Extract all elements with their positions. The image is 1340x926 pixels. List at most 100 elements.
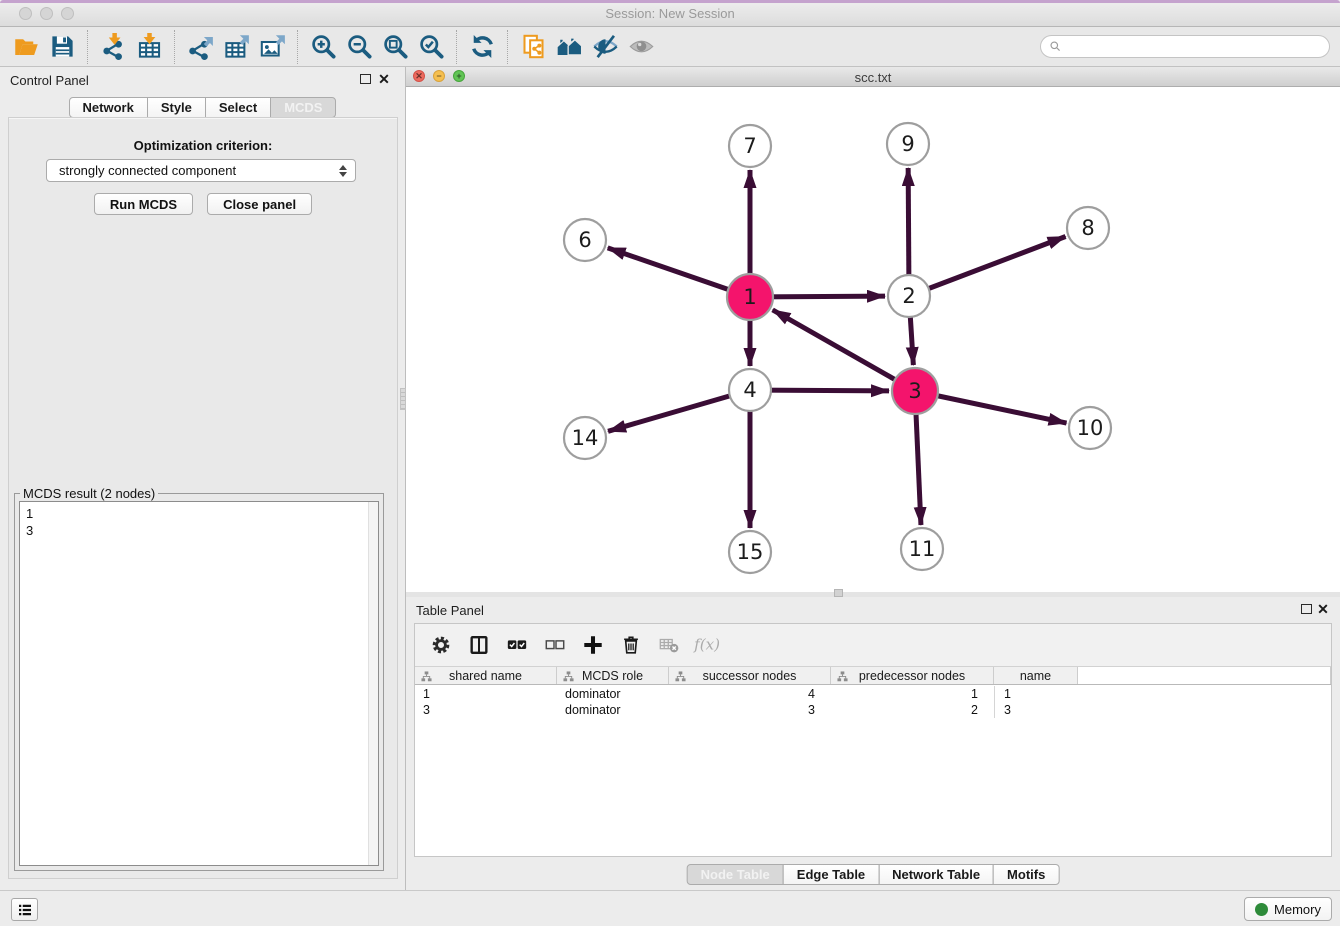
svg-text:3: 3 bbox=[908, 379, 921, 403]
deselect-all-rows-button[interactable] bbox=[539, 629, 571, 661]
column-header-predecessor-nodes[interactable]: predecessor nodes bbox=[831, 667, 994, 684]
node-2[interactable]: 2 bbox=[888, 275, 930, 317]
node-9[interactable]: 9 bbox=[887, 123, 929, 165]
copy-network-view-button[interactable] bbox=[515, 30, 551, 64]
node-11[interactable]: 11 bbox=[901, 528, 943, 570]
optimization-criterion-select[interactable]: strongly connected component bbox=[46, 159, 356, 182]
export-network-button[interactable] bbox=[182, 30, 218, 64]
tab-edge-table[interactable]: Edge Table bbox=[783, 864, 879, 885]
node-8[interactable]: 8 bbox=[1067, 207, 1109, 249]
column-label: MCDS role bbox=[582, 669, 643, 683]
import-table-button[interactable] bbox=[131, 30, 167, 64]
home-layout-button[interactable] bbox=[551, 30, 587, 64]
close-table-panel-icon[interactable]: ✕ bbox=[1316, 601, 1330, 617]
search-input[interactable] bbox=[1067, 39, 1321, 54]
cell-shared-name[interactable]: 3 bbox=[415, 702, 557, 718]
table-panel: Table Panel ✕ f(x) shared name MCDS role s… bbox=[406, 597, 1340, 890]
zoom-out-button[interactable] bbox=[341, 30, 377, 64]
column-header-name[interactable]: name bbox=[994, 667, 1078, 684]
hide-graphics-details-icon bbox=[592, 33, 619, 60]
delete-row-icon bbox=[620, 634, 642, 656]
float-panel-icon[interactable] bbox=[360, 74, 371, 84]
gear-button[interactable] bbox=[425, 629, 457, 661]
export-table-button[interactable] bbox=[218, 30, 254, 64]
node-7[interactable]: 7 bbox=[729, 125, 771, 167]
task-history-button[interactable] bbox=[11, 898, 38, 921]
float-table-panel-icon[interactable] bbox=[1301, 604, 1312, 614]
toolbar-group bbox=[305, 30, 449, 64]
table-panel-title: Table Panel bbox=[416, 603, 484, 618]
run-mcds-button[interactable]: Run MCDS bbox=[94, 193, 193, 215]
network-resize-grip[interactable] bbox=[834, 589, 843, 597]
node-15[interactable]: 15 bbox=[729, 531, 771, 573]
export-image-button[interactable] bbox=[254, 30, 290, 64]
result-scrollbar[interactable] bbox=[368, 502, 378, 865]
close-panel-icon[interactable]: ✕ bbox=[377, 71, 391, 87]
zoom-selected-button[interactable] bbox=[413, 30, 449, 64]
edge-2-8[interactable] bbox=[909, 237, 1066, 296]
search-field[interactable] bbox=[1040, 35, 1330, 58]
hide-graphics-details-button[interactable] bbox=[587, 30, 623, 64]
control-panel-header: Control Panel ✕ bbox=[0, 67, 405, 93]
save-session-button[interactable] bbox=[44, 30, 80, 64]
column-label: name bbox=[1020, 669, 1051, 683]
mcds-result-title: MCDS result (2 nodes) bbox=[20, 486, 158, 501]
split-columns-button[interactable] bbox=[463, 629, 495, 661]
column-header-successor-nodes[interactable]: successor nodes bbox=[669, 667, 831, 684]
toolbar-group bbox=[8, 30, 80, 64]
column-header-shared-name[interactable]: shared name bbox=[415, 667, 557, 684]
cell-MCDS-role[interactable]: dominator bbox=[557, 686, 669, 702]
add-row-button[interactable] bbox=[577, 629, 609, 661]
cell-name[interactable]: 1 bbox=[994, 686, 1078, 702]
table-row[interactable]: 3dominator323 bbox=[415, 702, 1331, 718]
control-panel-title: Control Panel bbox=[10, 73, 89, 88]
zoom-fit-icon bbox=[382, 33, 409, 60]
cell-successor-nodes[interactable]: 3 bbox=[669, 702, 831, 718]
edge-4-14[interactable] bbox=[608, 390, 750, 431]
delete-row-button[interactable] bbox=[615, 629, 647, 661]
select-all-rows-button[interactable] bbox=[501, 629, 533, 661]
home-layout-icon bbox=[556, 33, 583, 60]
node-1[interactable]: 1 bbox=[727, 274, 773, 320]
main-titlebar: Session: New Session bbox=[0, 0, 1340, 27]
toolbar-separator bbox=[456, 30, 457, 64]
node-6[interactable]: 6 bbox=[564, 219, 606, 261]
tab-node-table[interactable]: Node Table bbox=[687, 864, 784, 885]
column-header-MCDS-role[interactable]: MCDS role bbox=[557, 667, 669, 684]
tab-select[interactable]: Select bbox=[205, 97, 271, 118]
tab-network[interactable]: Network bbox=[69, 97, 148, 118]
zoom-in-icon bbox=[310, 33, 337, 60]
edge-3-1[interactable] bbox=[773, 310, 915, 391]
apply-function-icon: f(x) bbox=[691, 634, 723, 656]
cell-successor-nodes[interactable]: 4 bbox=[669, 686, 831, 702]
zoom-in-button[interactable] bbox=[305, 30, 341, 64]
column-label: successor nodes bbox=[703, 669, 797, 683]
cell-predecessor-nodes[interactable]: 1 bbox=[831, 686, 994, 702]
tab-motifs[interactable]: Motifs bbox=[993, 864, 1059, 885]
tab-style[interactable]: Style bbox=[147, 97, 206, 118]
zoom-fit-button[interactable] bbox=[377, 30, 413, 64]
table-row[interactable]: 1dominator411 bbox=[415, 686, 1331, 702]
cell-MCDS-role[interactable]: dominator bbox=[557, 702, 669, 718]
tab-network-table[interactable]: Network Table bbox=[878, 864, 994, 885]
cell-predecessor-nodes[interactable]: 2 bbox=[831, 702, 994, 718]
toolbar-separator bbox=[297, 30, 298, 64]
table-panel-header: Table Panel ✕ bbox=[406, 597, 1340, 623]
import-network-icon bbox=[100, 33, 127, 60]
export-network-icon bbox=[187, 33, 214, 60]
node-4[interactable]: 4 bbox=[729, 369, 771, 411]
refresh-network-button[interactable] bbox=[464, 30, 500, 64]
node-3[interactable]: 3 bbox=[892, 368, 938, 414]
tab-mcds[interactable]: MCDS bbox=[270, 97, 336, 118]
cell-shared-name[interactable]: 1 bbox=[415, 686, 557, 702]
node-10[interactable]: 10 bbox=[1069, 407, 1111, 449]
memory-button[interactable]: Memory bbox=[1244, 897, 1332, 921]
sort-tree-icon bbox=[563, 671, 574, 682]
import-network-button[interactable] bbox=[95, 30, 131, 64]
network-canvas[interactable]: 7 9 6 8 1 2 4 3 14 10 15 11 bbox=[406, 87, 1340, 592]
result-line: 3 bbox=[26, 522, 364, 539]
open-session-button[interactable] bbox=[8, 30, 44, 64]
cell-name[interactable]: 3 bbox=[994, 702, 1078, 718]
node-14[interactable]: 14 bbox=[564, 417, 606, 459]
close-panel-button[interactable]: Close panel bbox=[207, 193, 312, 215]
